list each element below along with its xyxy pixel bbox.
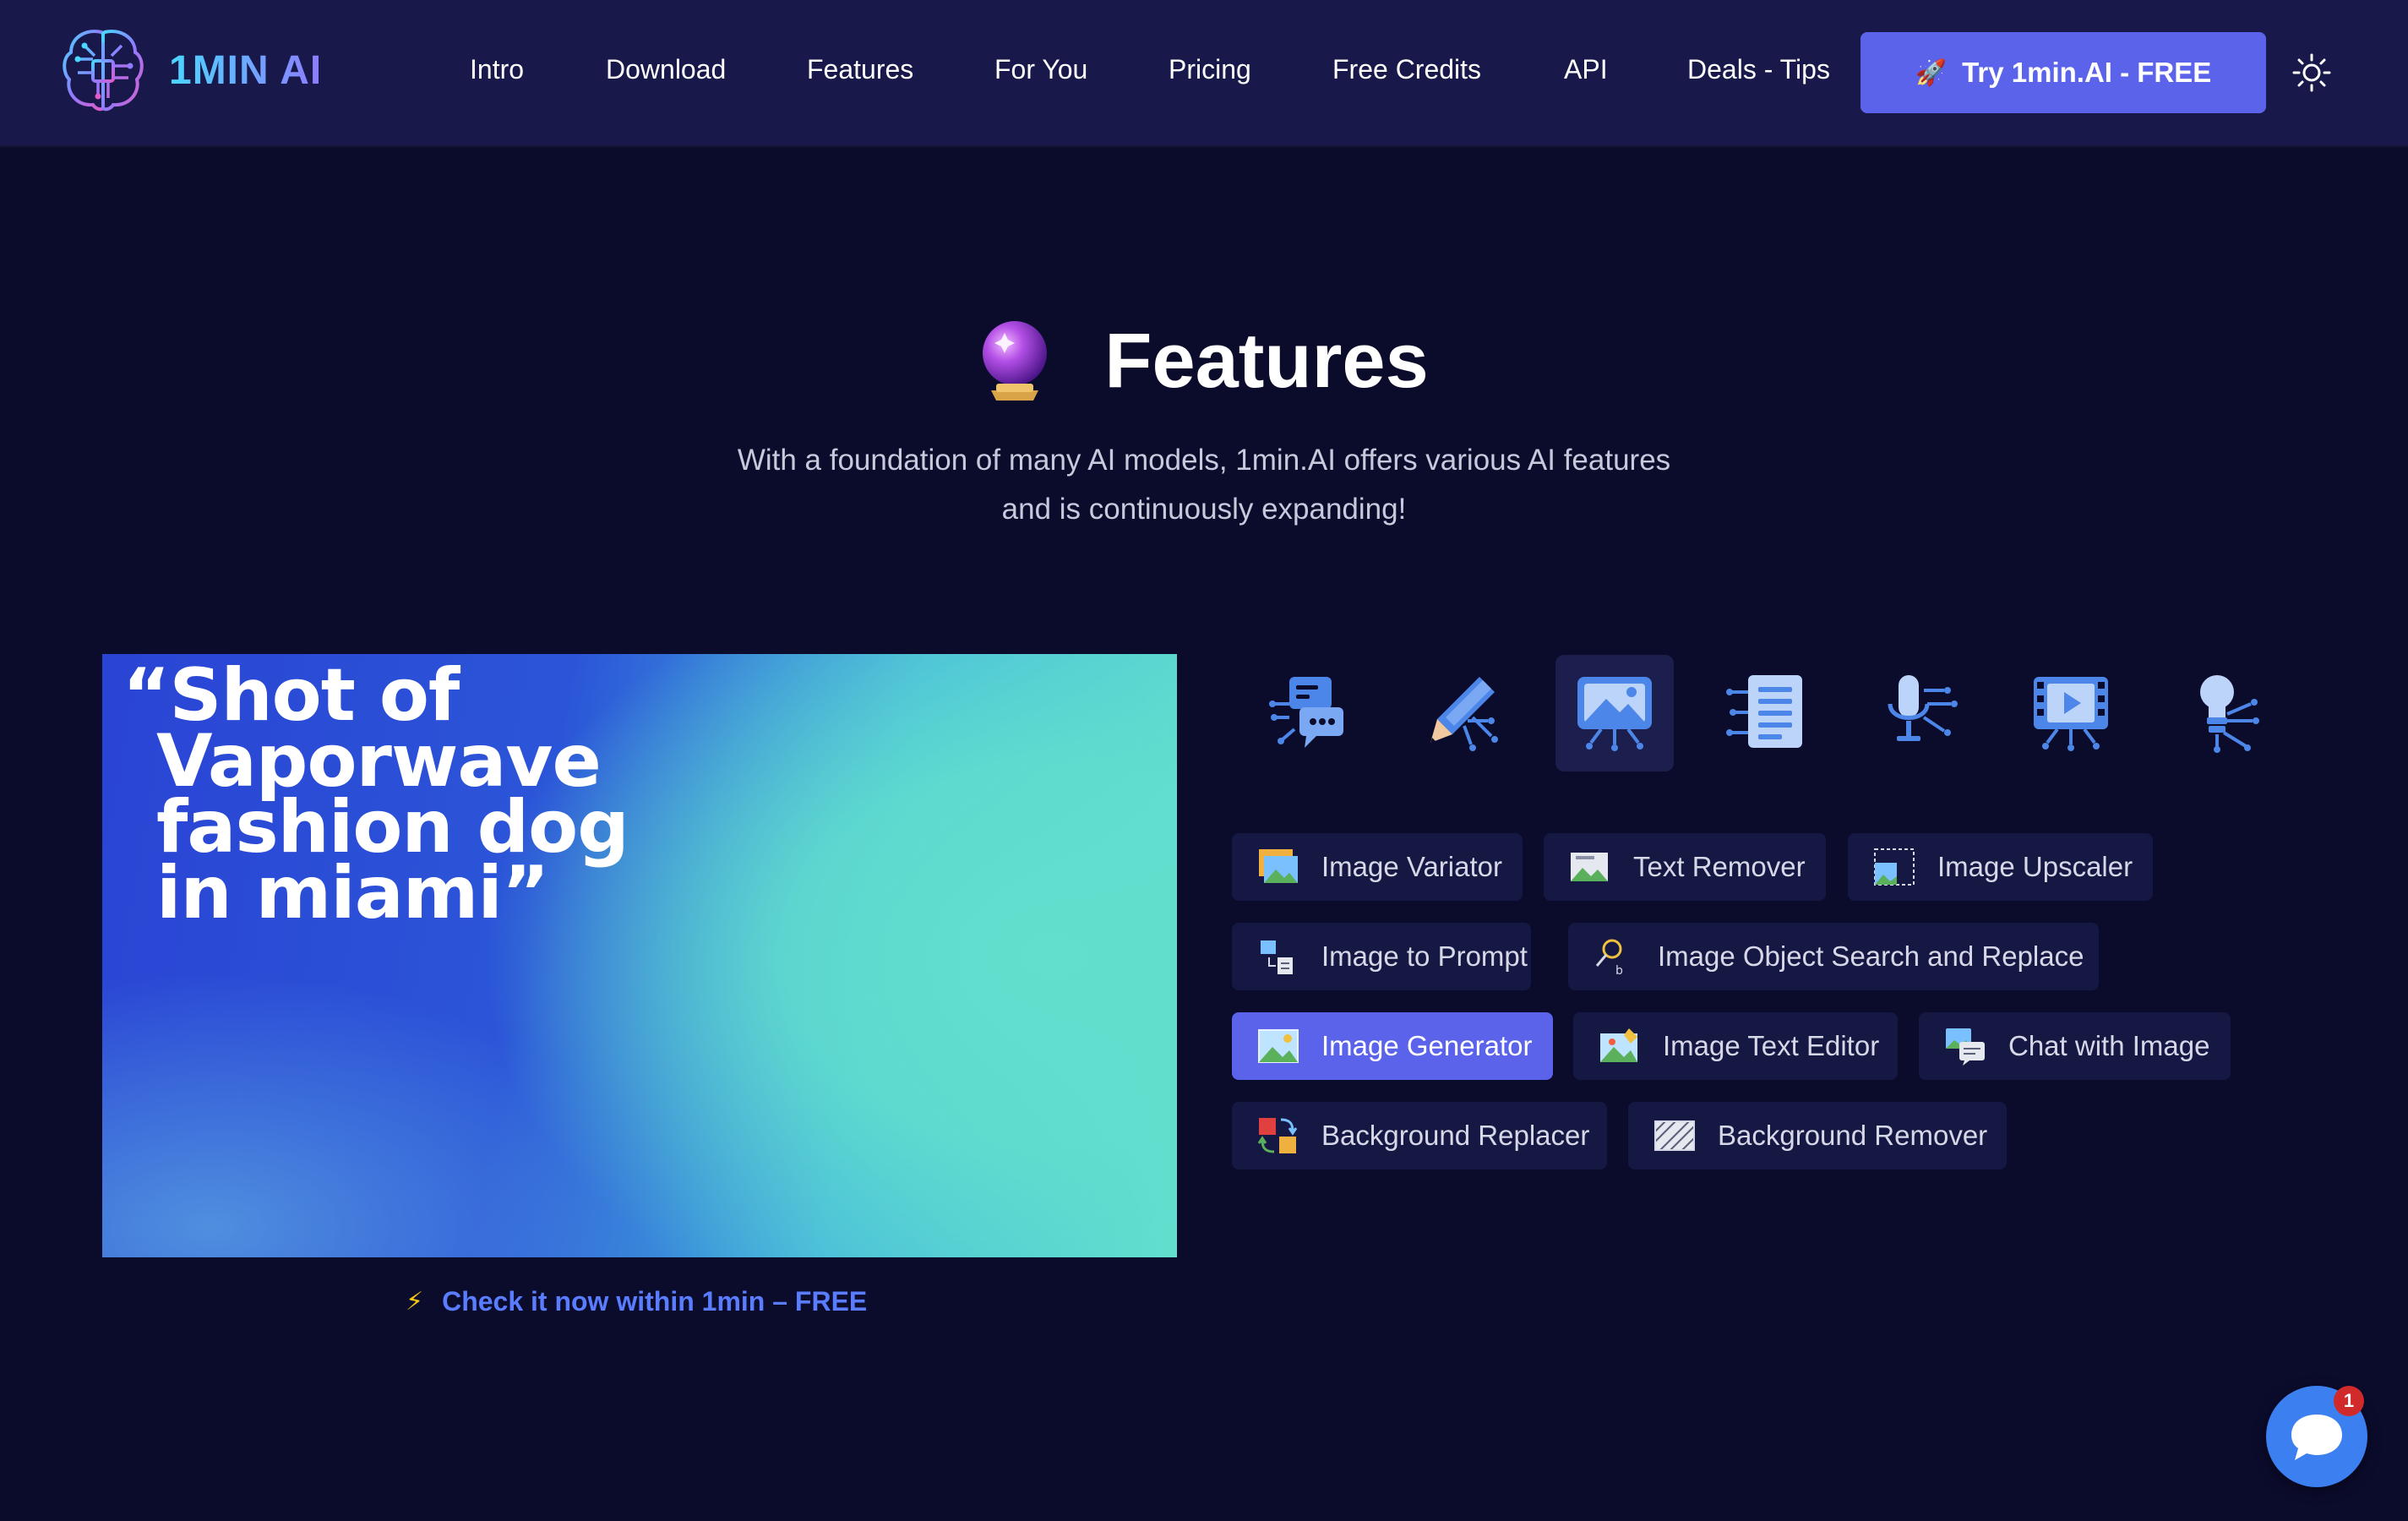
chat-icon — [1269, 677, 1343, 748]
image-variator-icon — [1259, 849, 1298, 883]
image-upscaler-icon — [1874, 848, 1915, 886]
quote-line: in miami” — [156, 851, 549, 935]
notification-badge: 1 — [2334, 1386, 2364, 1416]
feature-image-text-editor[interactable]: Image Text Editor — [1573, 1012, 1898, 1080]
check-it-now-link[interactable]: ⚡ Check it now within 1min – FREE — [406, 1286, 867, 1317]
idea-category[interactable] — [2168, 655, 2286, 771]
feature-label: Background Replacer — [1321, 1120, 1590, 1151]
try-free-button[interactable]: 🚀 Try 1min.AI - FREE — [1860, 32, 2266, 113]
features-subtitle: With a foundation of many AI models, 1mi… — [0, 436, 2408, 534]
feature-label: Image Text Editor — [1663, 1030, 1880, 1061]
nav-api[interactable]: API — [1564, 54, 1608, 85]
feature-label: Image Object Search and Replace — [1658, 940, 2084, 972]
writing-category[interactable] — [1403, 655, 1522, 771]
object-search-replace-icon: b — [1595, 939, 1623, 976]
image-category[interactable] — [1555, 655, 1674, 771]
image-generator-icon — [1258, 1029, 1299, 1063]
video-category[interactable] — [2012, 655, 2130, 771]
nav-intro[interactable]: Intro — [470, 54, 524, 85]
feature-text-remover[interactable]: Text Remover — [1544, 833, 1826, 901]
image-to-prompt-icon — [1261, 940, 1293, 974]
image-text-editor-icon — [1600, 1028, 1637, 1062]
video-icon — [2034, 677, 2108, 751]
audio-category[interactable] — [1860, 655, 1978, 771]
feature-image-variator[interactable]: Image Variator — [1232, 833, 1523, 901]
sun-icon[interactable] — [2291, 52, 2332, 93]
nav-features[interactable]: Features — [807, 54, 913, 85]
feature-chat-with-image[interactable]: Chat with Image — [1919, 1012, 2231, 1080]
nav-pricing[interactable]: Pricing — [1169, 54, 1251, 85]
feature-preview-image: “Shot of Vaporwave fashion dog in miami” — [102, 654, 1177, 1257]
feature-label: Chat with Image — [2008, 1030, 2210, 1061]
top-navigation: 1MIN AI Intro Download Features For You … — [0, 0, 2408, 145]
subtitle-line-1: With a foundation of many AI models, 1mi… — [737, 444, 1671, 477]
lightbulb-icon — [2200, 675, 2259, 753]
try-free-label: Try 1min.AI - FREE — [1962, 57, 2212, 88]
page-title: Features — [1104, 317, 1429, 404]
features-heading: Features — [0, 314, 2408, 407]
feature-label: Image Upscaler — [1937, 851, 2133, 882]
microphone-icon — [1888, 675, 1958, 741]
chat-bubble-icon — [2291, 1415, 2342, 1460]
pencil-icon — [1430, 677, 1498, 751]
feature-image-generator[interactable]: Image Generator — [1232, 1012, 1553, 1080]
check-it-now-label: Check it now within 1min – FREE — [442, 1286, 868, 1317]
feature-image-to-prompt[interactable]: Image to Prompt — [1232, 923, 1531, 990]
feature-image-upscaler[interactable]: Image Upscaler — [1848, 833, 2153, 901]
nav-free-credits[interactable]: Free Credits — [1332, 54, 1481, 85]
feature-label: Image Generator — [1321, 1030, 1533, 1061]
document-category[interactable] — [1708, 655, 1826, 771]
background-remover-icon — [1654, 1120, 1695, 1151]
nav-for-you[interactable]: For You — [994, 54, 1087, 85]
chat-category[interactable] — [1249, 655, 1367, 771]
document-icon — [1726, 675, 1802, 748]
chat-with-image-icon — [1946, 1028, 1985, 1066]
preview-quote: “Shot of Vaporwave fashion dog in miami” — [123, 659, 629, 935]
background-replacer-icon — [1257, 1118, 1298, 1153]
brand-name[interactable]: 1MIN AI — [169, 47, 322, 94]
feature-label: Image to Prompt — [1321, 940, 1528, 972]
nav-download[interactable]: Download — [606, 54, 726, 85]
rocket-icon: 🚀 — [1915, 58, 1948, 87]
feature-label: Background Remover — [1718, 1120, 1988, 1151]
brain-logo-icon[interactable] — [61, 25, 145, 115]
image-icon — [1577, 677, 1652, 751]
subtitle-line-2: and is continuously expanding! — [1001, 493, 1407, 526]
feature-image-object-search-replace[interactable]: b Image Object Search and Replace — [1568, 923, 2099, 990]
lightning-icon: ⚡ — [406, 1288, 424, 1316]
feature-background-remover[interactable]: Background Remover — [1628, 1102, 2007, 1169]
feature-background-replacer[interactable]: Background Replacer — [1232, 1102, 1607, 1169]
svg-text:b: b — [1615, 964, 1623, 976]
crystal-ball-icon — [983, 321, 1048, 401]
feature-label: Image Variator — [1321, 851, 1502, 882]
feature-label: Text Remover — [1633, 851, 1806, 882]
nav-deals-tips[interactable]: Deals - Tips — [1687, 54, 1830, 85]
text-remover-icon — [1571, 853, 1608, 881]
